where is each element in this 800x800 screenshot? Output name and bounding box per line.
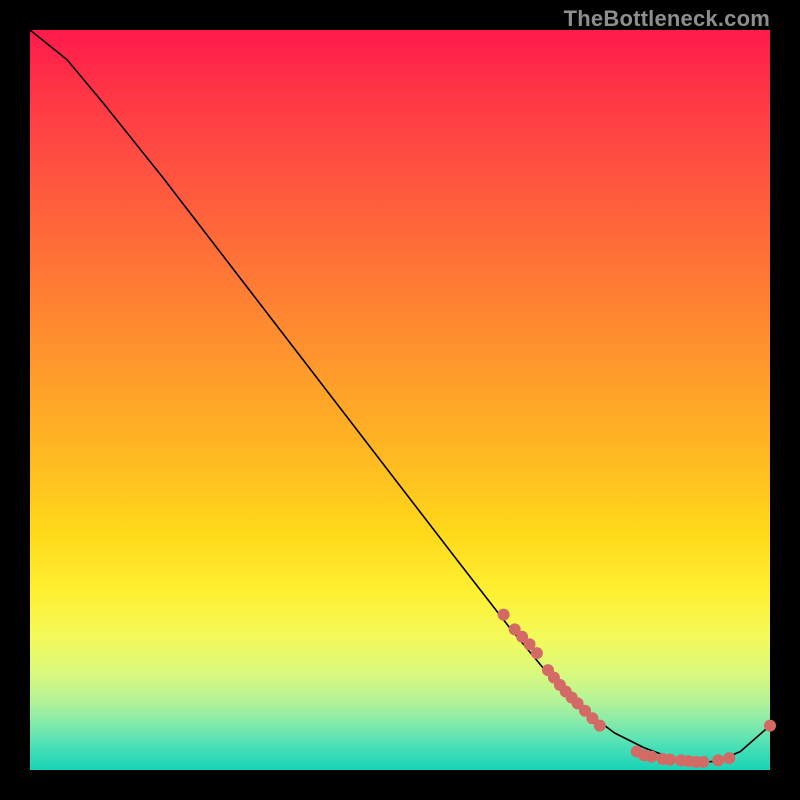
marker-dot: [531, 647, 543, 659]
marker-dot: [498, 609, 510, 621]
bottleneck-curve: [30, 30, 770, 763]
marker-dot: [712, 754, 724, 766]
marker-dot: [594, 720, 606, 732]
chart-overlay: [30, 30, 770, 770]
marker-dot: [646, 751, 658, 763]
chart-stage: TheBottleneck.com: [0, 0, 800, 800]
marker-dot: [723, 752, 735, 764]
marker-dot: [664, 754, 676, 766]
marker-dot: [697, 756, 709, 768]
watermark-text: TheBottleneck.com: [564, 6, 770, 32]
marker-dot: [764, 720, 776, 732]
